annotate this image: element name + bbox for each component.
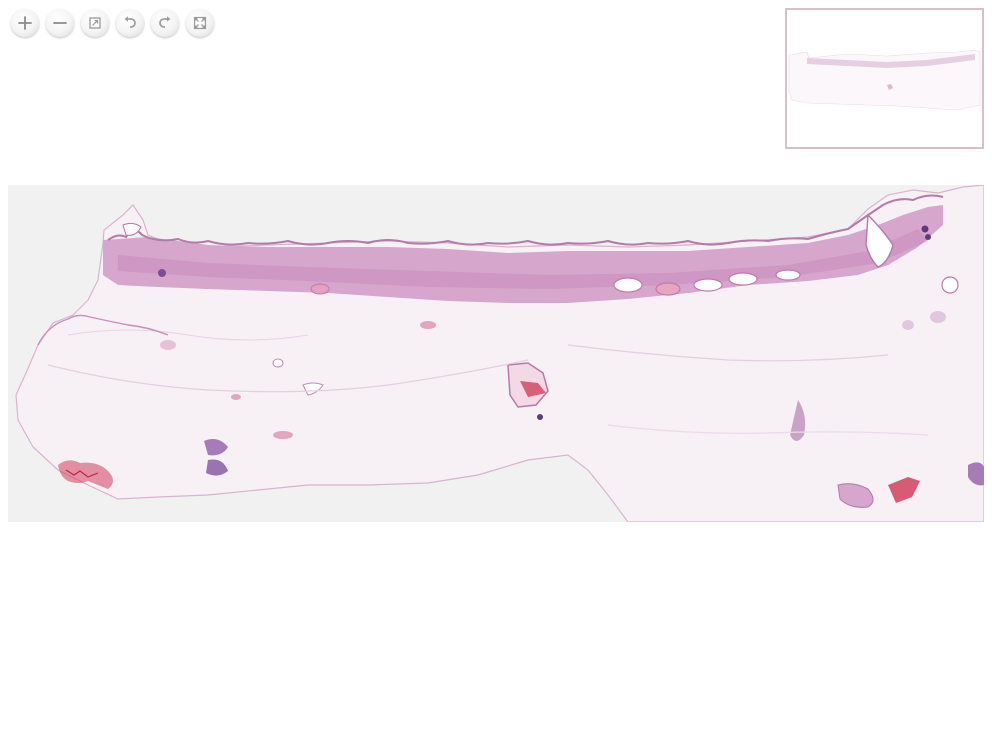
small-vessel <box>160 340 176 350</box>
vessel <box>693 278 723 292</box>
minus-icon <box>53 22 67 24</box>
navigator-minimap[interactable] <box>785 8 984 149</box>
small-vessel <box>272 358 284 368</box>
viewer-toolbar <box>11 9 214 37</box>
fullscreen-icon <box>193 16 207 30</box>
small-vessel <box>420 321 436 329</box>
lymphoid-focus <box>537 414 543 420</box>
vessel <box>930 311 946 323</box>
plus-icon <box>18 16 32 30</box>
vessel <box>775 269 801 281</box>
vessel <box>728 272 758 286</box>
vessel <box>902 320 914 330</box>
home-fit-icon <box>89 17 101 29</box>
vessel <box>310 283 330 295</box>
rotate-left-button[interactable] <box>116 9 144 37</box>
zoom-in-button[interactable] <box>11 9 39 37</box>
fullscreen-button[interactable] <box>186 9 214 37</box>
tissue-section <box>8 185 984 522</box>
lymphoid-focus <box>921 225 929 233</box>
lymphoid-focus <box>925 234 931 240</box>
vessel <box>941 276 959 294</box>
slide-image[interactable] <box>8 185 984 522</box>
small-vessel <box>273 431 293 439</box>
lymphoid-focus <box>158 269 166 277</box>
rotate-right-icon <box>159 16 171 28</box>
rotate-right-button[interactable] <box>151 9 179 37</box>
vessel <box>613 277 643 293</box>
small-vessel <box>231 394 241 400</box>
zoom-out-button[interactable] <box>46 9 74 37</box>
vessel <box>655 282 681 296</box>
slide-viewer[interactable] <box>0 0 992 744</box>
rotate-left-icon <box>124 16 136 28</box>
navigator-thumbnail <box>787 10 982 147</box>
home-button[interactable] <box>81 9 109 37</box>
